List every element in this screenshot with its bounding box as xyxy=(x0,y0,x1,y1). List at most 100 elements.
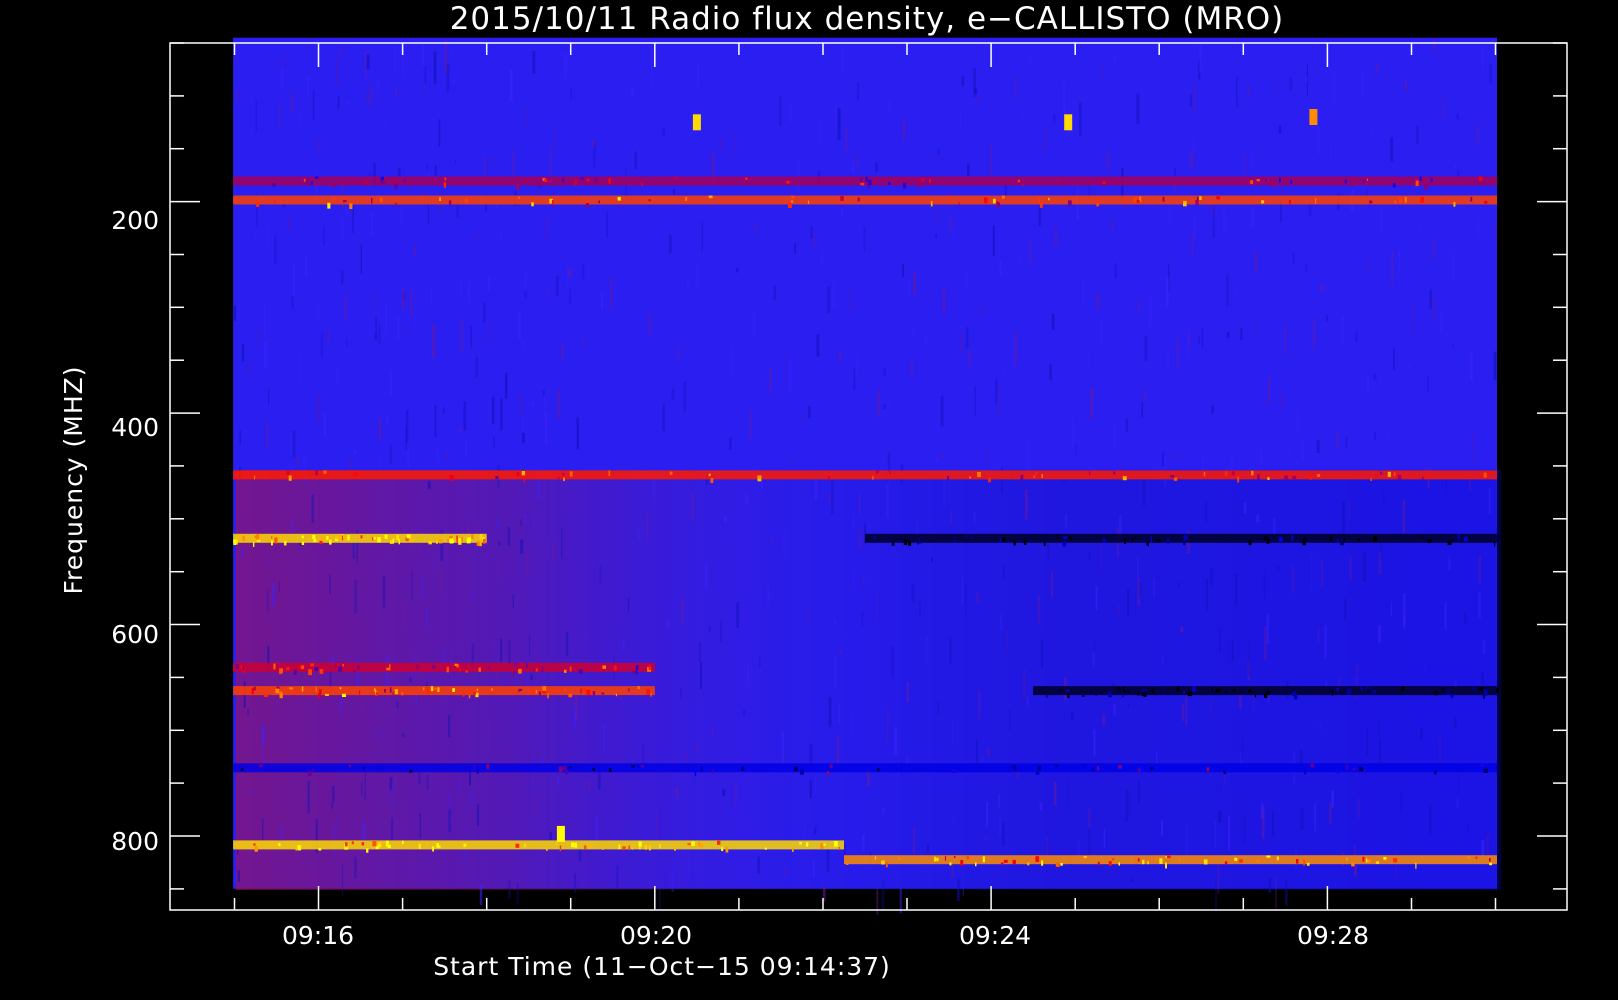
band-speckle xyxy=(1199,196,1202,200)
band-speckle xyxy=(1266,690,1270,696)
band-speckle xyxy=(1366,178,1368,181)
band-speckle xyxy=(562,765,567,771)
texture-streak xyxy=(986,801,988,828)
band-speckle xyxy=(529,690,534,695)
band-speckle xyxy=(310,180,313,185)
texture-streak xyxy=(434,165,437,176)
band-speckle xyxy=(574,179,577,186)
band-speckle xyxy=(1178,857,1180,863)
texture-streak xyxy=(828,697,832,728)
band-speckle xyxy=(384,534,388,539)
band-speckle xyxy=(1272,184,1276,187)
band-speckle xyxy=(1475,856,1478,859)
band-speckle xyxy=(900,536,903,540)
texture-streak xyxy=(370,82,373,108)
texture-streak xyxy=(377,414,379,420)
band-speckle xyxy=(1112,858,1115,861)
texture-streak xyxy=(736,602,739,629)
texture-streak xyxy=(861,610,864,628)
texture-streak xyxy=(455,159,457,164)
texture-streak xyxy=(274,236,277,265)
band-speckle xyxy=(903,539,908,546)
band-speckle xyxy=(1464,536,1468,542)
band-speckle xyxy=(377,537,381,543)
band-speckle xyxy=(454,663,458,666)
band-speckle xyxy=(1307,862,1310,866)
texture-streak xyxy=(1251,206,1254,229)
x-axis-label: Start Time (11−Oct−15 09:14:37) xyxy=(433,952,891,981)
texture-streak xyxy=(1065,513,1067,529)
texture-streak xyxy=(1193,85,1196,112)
texture-streak xyxy=(266,218,268,252)
texture-streak xyxy=(1092,652,1095,667)
band-speckle xyxy=(462,691,465,697)
band-speckle xyxy=(286,471,290,475)
texture-streak xyxy=(792,459,794,467)
band-speckle xyxy=(513,663,517,667)
texture-streak xyxy=(913,273,916,295)
band-speckle xyxy=(315,470,318,476)
texture-streak xyxy=(451,38,453,60)
spectrogram-band xyxy=(233,470,1498,480)
band-speckle xyxy=(279,692,283,699)
band-speckle xyxy=(860,177,862,183)
band-speckle xyxy=(1434,770,1437,775)
texture-streak xyxy=(1006,628,1008,652)
band-speckle xyxy=(351,841,354,845)
band-speckle xyxy=(301,686,304,692)
band-speckle xyxy=(917,181,922,188)
band-speckle xyxy=(1484,200,1488,204)
band-speckle xyxy=(374,179,376,184)
texture-streak xyxy=(593,143,596,168)
band-speckle xyxy=(1427,539,1432,543)
band-speckle xyxy=(1003,859,1008,863)
band-speckle xyxy=(574,842,577,848)
band-speckle xyxy=(1362,856,1365,862)
texture-streak xyxy=(855,355,858,375)
band-speckle xyxy=(876,768,880,772)
texture-streak xyxy=(1370,127,1373,138)
texture-streak xyxy=(1319,724,1321,729)
texture-streak xyxy=(1453,717,1457,729)
band-speckle xyxy=(1364,769,1367,775)
texture-streak xyxy=(1231,640,1234,662)
texture-streak xyxy=(268,389,270,405)
band-speckle xyxy=(725,847,729,853)
band-speckle xyxy=(669,471,673,475)
band-speckle xyxy=(1081,694,1085,697)
texture-streak xyxy=(1186,327,1190,357)
band-speckle xyxy=(557,476,560,479)
band-speckle xyxy=(1421,535,1424,540)
texture-streak xyxy=(1236,76,1238,107)
texture-streak xyxy=(959,109,961,129)
band-speckle xyxy=(356,665,361,670)
texture-streak xyxy=(1101,63,1103,81)
band-speckle xyxy=(1337,538,1339,543)
texture-streak xyxy=(957,879,960,902)
texture-streak xyxy=(1206,578,1208,612)
texture-streak xyxy=(680,687,682,699)
band-speckle xyxy=(648,664,651,670)
texture-streak xyxy=(998,814,1001,836)
band-speckle xyxy=(563,688,567,691)
texture-streak xyxy=(842,45,844,75)
band-speckle xyxy=(374,688,376,692)
texture-streak xyxy=(573,706,576,730)
band-speckle xyxy=(1375,861,1380,864)
band-speckle xyxy=(428,541,432,545)
texture-streak xyxy=(798,160,800,191)
texture-streak xyxy=(237,92,240,99)
texture-streak xyxy=(687,278,689,292)
texture-streak xyxy=(998,794,1000,808)
texture-streak xyxy=(266,589,269,612)
texture-streak xyxy=(481,74,483,79)
texture-streak xyxy=(622,639,625,650)
texture-streak xyxy=(467,281,471,304)
band-speckle xyxy=(998,202,1000,207)
texture-streak xyxy=(532,51,536,74)
band-speckle xyxy=(1415,180,1419,187)
texture-streak xyxy=(546,214,548,238)
texture-streak xyxy=(237,870,240,882)
texture-streak xyxy=(1387,427,1390,443)
band-speckle xyxy=(310,663,314,667)
